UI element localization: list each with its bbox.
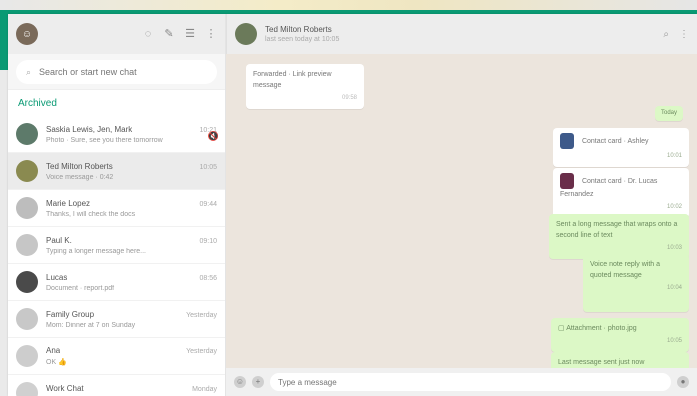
message-bubble-outgoing[interactable]: Sent a long message that wraps onto a se… [549, 214, 689, 259]
chat-avatar [16, 308, 38, 330]
chat-time: 09:10 [199, 237, 217, 245]
more-icon[interactable]: ⋮ [205, 28, 217, 40]
chat-name: Paul K. [46, 235, 72, 245]
contact-card-avatar [560, 133, 574, 149]
search-icon: ⌕ [26, 66, 32, 77]
chat-avatar [16, 160, 38, 182]
message-input[interactable] [270, 373, 671, 391]
more-icon[interactable]: ⋮ [679, 29, 689, 40]
browser-top-band [0, 0, 697, 10]
message-list: Forwarded · Link preview message 09:58 T… [226, 54, 697, 368]
chat-time: 10:05 [199, 163, 217, 171]
archived-row[interactable]: Archived [8, 90, 225, 116]
chat-preview: Mom: Dinner at 7 on Sunday [46, 321, 136, 329]
chat-list-item[interactable]: Lucas 08:56 Document · report.pdf [8, 264, 225, 301]
status-icon[interactable]: ◌ [142, 28, 154, 40]
chat-time: Yesterday [186, 311, 217, 319]
contact-card-bubble[interactable]: Contact card · Ashley 10:01 [553, 128, 689, 167]
chat-name: Ted Milton Roberts [46, 161, 113, 171]
conversation-status: last seen today at 10:05 [265, 36, 340, 43]
chat-list-item[interactable]: Family Group Yesterday Mom: Dinner at 7 on… [8, 301, 225, 338]
archived-label: Archived [18, 97, 57, 109]
chat-avatar [16, 234, 38, 256]
chat-preview: Document · report.pdf [46, 284, 115, 292]
chat-avatar [16, 345, 38, 367]
chat-preview: Voice message · 0:42 [46, 173, 114, 181]
chat-time: 08:56 [199, 274, 217, 282]
message-bubble-outgoing[interactable]: ▢ Attachment · photo.jpg 10:05 [551, 318, 689, 352]
chat-name: Family Group [46, 309, 95, 319]
chat-name: Marie Lopez [46, 198, 91, 208]
attachment-icon: ▢ [558, 325, 567, 332]
chat-preview: Typing a longer message here... [46, 247, 147, 255]
chat-avatar [16, 382, 38, 396]
chat-avatar [16, 271, 38, 293]
chat-name: Work Chat [46, 383, 84, 393]
attach-icon[interactable]: + [252, 376, 264, 388]
chat-name: Saskia Lewis, Jen, Mark [46, 124, 133, 134]
chat-preview: Photo · Sure, see you there tomorrow [46, 136, 163, 144]
chat-name: Ana [46, 346, 61, 355]
emoji-icon[interactable]: ☺ [234, 376, 246, 388]
chat-list-item[interactable]: Work ChatMondayMeeting moved to 3pm [8, 375, 225, 396]
app-window: ☺ ◌ ✎ ☰ ⋮ ⌕ Archived Saskia Lewis, Jen, … [8, 14, 697, 396]
contact-avatar[interactable] [235, 23, 257, 45]
new-chat-icon[interactable]: ✎ [163, 28, 175, 40]
conversation-pane: Ted Milton Roberts last seen today at 10… [226, 14, 697, 396]
chat-list: Saskia Lewis, Jen, Mark 10:21 Photo · Sure… [8, 116, 225, 396]
chat-time: Yesterday [186, 348, 217, 355]
sidebar-header: ☺ ◌ ✎ ☰ ⋮ [8, 14, 225, 54]
chat-sidebar: ☺ ◌ ✎ ☰ ⋮ ⌕ Archived Saskia Lewis, Jen, … [8, 14, 226, 396]
chat-preview: OK 👍 [46, 359, 67, 366]
chat-list-item[interactable]: Saskia Lewis, Jen, Mark 10:21 Photo · Sure… [8, 116, 225, 153]
chat-name: Lucas [46, 272, 68, 282]
search-input[interactable] [39, 67, 180, 77]
chat-time: 09:44 [199, 200, 217, 208]
chat-list-item[interactable]: Ted Milton Roberts 10:05 Voice message · 0… [8, 153, 225, 190]
message-bubble-outgoing[interactable]: Last message sent just now [551, 352, 689, 368]
page-left-strip [0, 70, 8, 396]
contact-card-bubble[interactable]: Contact card · Dr. Lucas Fernandez 10:02 [553, 168, 689, 218]
message-composer: ☺ + ● [226, 368, 697, 396]
chat-avatar [16, 197, 38, 219]
contact-card-avatar [560, 173, 574, 189]
chat-avatar [16, 123, 38, 145]
search-icon[interactable]: ⌕ [663, 29, 669, 40]
date-chip: Today [654, 106, 683, 121]
user-avatar[interactable]: ☺ [16, 23, 38, 45]
chat-list-item[interactable]: Paul K. 09:10 Typing a longer message here… [8, 227, 225, 264]
chat-time: Monday [192, 385, 217, 393]
search-box[interactable]: ⌕ [16, 60, 217, 84]
chat-list-item[interactable]: Marie Lopez 09:44 Thanks, I will check the… [8, 190, 225, 227]
conversation-header: Ted Milton Roberts last seen today at 10… [226, 14, 697, 54]
conversation-title[interactable]: Ted Milton Roberts [265, 25, 339, 34]
menu-icon[interactable]: ☰ [184, 28, 196, 40]
message-bubble-outgoing[interactable]: Voice note reply with a quoted message 1… [583, 254, 689, 312]
message-bubble-incoming[interactable]: Forwarded · Link preview message 09:58 [246, 64, 364, 109]
search-area: ⌕ [8, 54, 225, 90]
chat-preview: Thanks, I will check the docs [46, 210, 136, 218]
chat-list-item[interactable]: Ana Yesterday OK 👍 [8, 338, 225, 375]
mute-badge: 🔇 [207, 131, 219, 141]
mic-icon[interactable]: ● [677, 376, 689, 388]
